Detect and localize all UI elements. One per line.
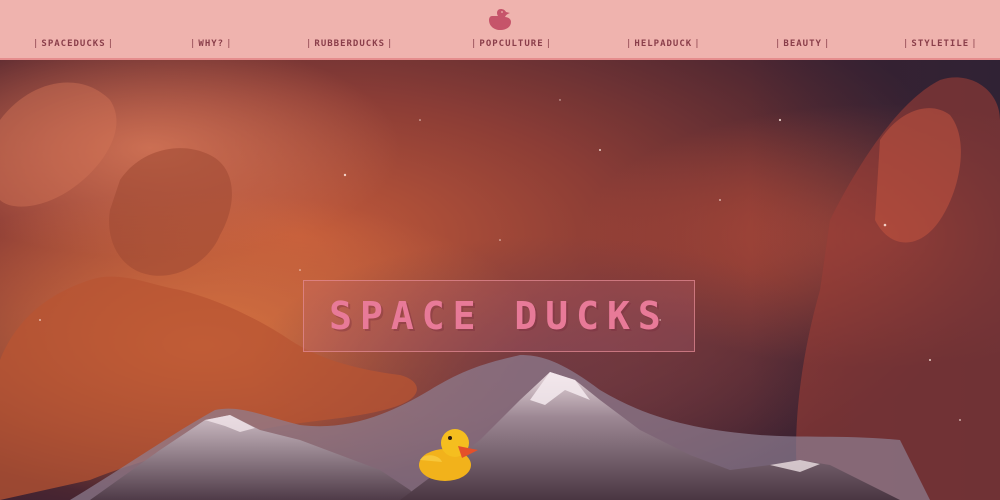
- hero-title: SPACE DUCKS: [329, 294, 669, 338]
- page: SPACEDUCKS WHY? RUBBERDUCKS POPCULTURE H…: [0, 0, 1000, 500]
- nav-item-popculture[interactable]: POPCULTURE: [469, 37, 554, 51]
- nav-item-styletile[interactable]: STYLETILE: [901, 37, 980, 51]
- top-nav-bar: SPACEDUCKS WHY? RUBBERDUCKS POPCULTURE H…: [0, 0, 1000, 60]
- nav-item-helpaduck[interactable]: HELPADUCK: [624, 37, 703, 51]
- duck-icon[interactable]: [486, 6, 514, 34]
- nav-item-rubberducks[interactable]: RUBBERDUCKS: [304, 37, 395, 51]
- main-nav: SPACEDUCKS WHY? RUBBERDUCKS POPCULTURE H…: [0, 37, 1000, 51]
- hero-title-box: SPACE DUCKS: [303, 280, 695, 352]
- nav-item-why[interactable]: WHY?: [188, 37, 235, 51]
- nav-item-beauty[interactable]: BEAUTY: [773, 37, 832, 51]
- hero-banner: SPACE DUCKS: [0, 60, 1000, 500]
- nav-item-spaceducks[interactable]: SPACEDUCKS: [31, 37, 116, 51]
